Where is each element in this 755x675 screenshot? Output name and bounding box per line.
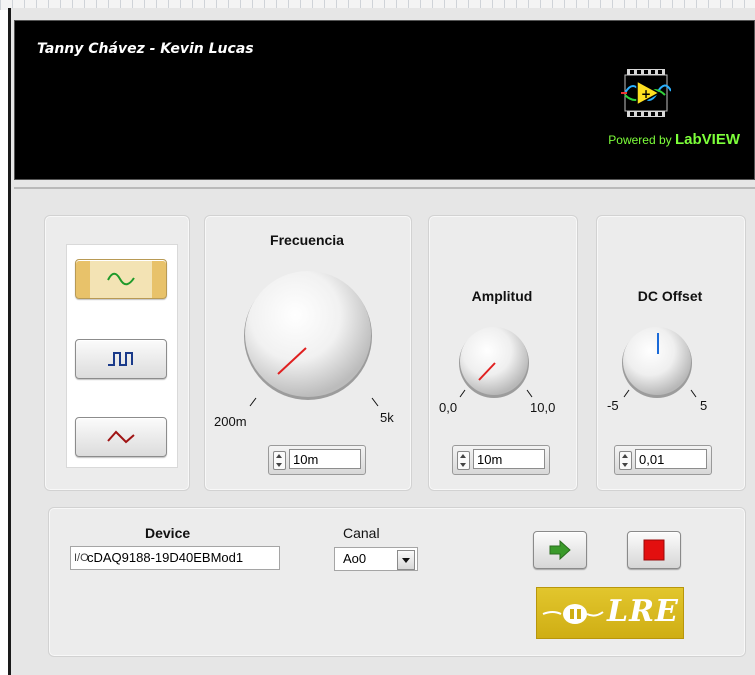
- amplitud-title: Amplitud: [471, 288, 533, 304]
- labview-brand-text: LabVIEW: [674, 131, 740, 148]
- lre-logo-text: LRE: [607, 594, 679, 629]
- header-banner: Tanny Chávez - Kevin Lucas + Powered by …: [14, 20, 755, 180]
- chevron-down-icon[interactable]: [397, 550, 415, 570]
- arrow-right-icon: [549, 539, 571, 561]
- powered-by-text: Powered by: [608, 133, 672, 147]
- frecuencia-value[interactable]: 10m: [289, 449, 361, 469]
- labview-logo-icon: +: [621, 69, 671, 117]
- dc-offset-spin-icon[interactable]: [619, 451, 632, 470]
- frecuencia-min-tick: [249, 397, 257, 407]
- svg-text:+: +: [641, 87, 651, 101]
- frecuencia-numeric-control[interactable]: 10m: [268, 445, 366, 475]
- amplitud-min-label: 0,0: [439, 400, 458, 415]
- amplitud-max-label: 10,0: [530, 400, 556, 415]
- device-field[interactable]: I/O cDAQ9188-19D40EBMod1: [70, 546, 280, 570]
- triangle-wave-icon: [107, 430, 135, 444]
- amplitud-spin-icon[interactable]: [457, 451, 470, 470]
- square-wave-button[interactable]: [75, 339, 167, 379]
- dc-offset-numeric-control[interactable]: 0,01: [614, 445, 712, 475]
- device-value[interactable]: cDAQ9188-19D40EBMod1: [87, 547, 243, 569]
- waveform-selector: [66, 244, 178, 468]
- canal-select[interactable]: Ao0: [334, 547, 418, 571]
- frecuencia-max-label: 5k: [380, 410, 394, 425]
- device-label: Device: [145, 525, 191, 541]
- authors-label: Tanny Chávez - Kevin Lucas: [37, 41, 254, 57]
- dc-offset-min-label: -5: [607, 398, 619, 413]
- frecuencia-title: Frecuencia: [270, 232, 344, 248]
- stop-square-icon: [643, 539, 665, 561]
- lre-logo: LRE: [536, 587, 684, 639]
- header-separator: [14, 187, 755, 189]
- sine-wave-icon: [107, 272, 135, 286]
- canal-label: Canal: [343, 525, 380, 541]
- powered-by-labview: Powered by LabVIEW: [608, 131, 740, 148]
- triangle-wave-button[interactable]: [75, 417, 167, 457]
- frecuencia-max-tick: [371, 397, 379, 407]
- dc-offset-min-tick: [623, 389, 630, 398]
- frecuencia-spin-icon[interactable]: [273, 451, 286, 470]
- frecuencia-knob[interactable]: [236, 266, 384, 414]
- run-button[interactable]: [533, 531, 587, 569]
- dc-offset-value[interactable]: 0,01: [635, 449, 707, 469]
- amplitud-max-tick: [526, 389, 533, 398]
- amplitud-value[interactable]: 10m: [473, 449, 545, 469]
- frecuencia-min-label: 200m: [214, 414, 247, 429]
- dc-offset-max-tick: [690, 389, 697, 398]
- dc-offset-max-label: 5: [700, 398, 708, 413]
- square-wave-icon: [108, 352, 133, 366]
- dc-offset-title: DC Offset: [637, 288, 703, 304]
- sine-wave-button[interactable]: [75, 259, 167, 299]
- amplitud-min-tick: [459, 389, 466, 398]
- canal-value[interactable]: Ao0: [343, 548, 366, 570]
- amplitud-numeric-control[interactable]: 10m: [452, 445, 550, 475]
- stop-button[interactable]: [627, 531, 681, 569]
